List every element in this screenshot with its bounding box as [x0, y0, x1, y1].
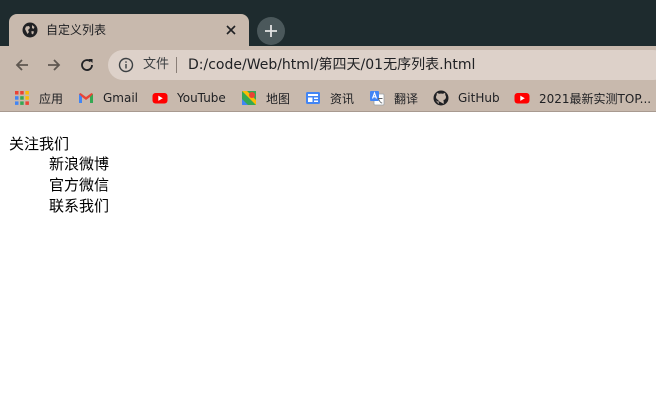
address-bar[interactable]: 文件 D:/code/Web/html/第四天/01无序列表.html — [108, 50, 656, 80]
bookmark-label: 应用 — [39, 91, 64, 106]
bookmark-label: 资讯 — [330, 91, 355, 106]
bookmark-label: YouTube — [177, 91, 226, 105]
bookmark-label: Gmail — [103, 91, 139, 105]
youtube-icon — [514, 93, 530, 104]
list-item: 联系我们 — [49, 197, 110, 215]
bookmark-label: 地图 — [266, 91, 291, 106]
info-icon[interactable] — [118, 57, 134, 73]
bookmarks-bar: 应用 Gmail YouTube 地图 资讯 翻译 GitHub 2021最新实… — [0, 84, 656, 112]
bookmark-github[interactable]: GitHub — [433, 89, 500, 107]
browser-tab[interactable]: 自定义列表 — [9, 14, 249, 46]
reload-icon — [81, 59, 93, 71]
arrow-left-icon — [15, 59, 28, 71]
apps-grid-icon — [15, 91, 29, 105]
back-button[interactable] — [12, 55, 32, 75]
bookmark-label: 翻译 — [394, 91, 419, 106]
bookmark-gmail[interactable]: Gmail — [78, 89, 138, 107]
close-icon — [226, 25, 236, 35]
maps-icon — [242, 91, 256, 105]
list-item: 新浪微博 — [49, 155, 110, 173]
forward-button[interactable] — [44, 55, 64, 75]
github-icon — [433, 90, 449, 106]
news-icon — [306, 92, 320, 104]
close-tab-button[interactable] — [221, 20, 241, 40]
url-text[interactable]: D:/code/Web/html/第四天/01无序列表.html — [188, 56, 475, 74]
tab-strip: 自定义列表 — [0, 0, 656, 46]
gmail-icon — [79, 93, 93, 103]
youtube-icon — [152, 93, 168, 104]
bookmark-news[interactable]: 资讯 — [305, 89, 354, 107]
bookmark-label: 2021最新实测TOP... — [539, 91, 652, 106]
bookmark-maps[interactable]: 地图 — [241, 89, 290, 107]
bookmark-youtube[interactable]: YouTube — [152, 89, 226, 107]
scheme-label: 文件 — [143, 57, 170, 72]
list-heading: 关注我们 — [9, 135, 70, 153]
bookmark-apps[interactable]: 应用 — [14, 89, 63, 107]
toolbar: 文件 D:/code/Web/html/第四天/01无序列表.html — [0, 46, 656, 84]
bookmark-translate[interactable]: 翻译 — [369, 89, 418, 107]
definition-list: 新浪微博 官方微信 联系我们 — [49, 154, 109, 217]
page-content: 关注我们 新浪微博 官方微信 联系我们 — [0, 113, 656, 412]
translate-icon — [370, 91, 385, 106]
plus-icon — [265, 25, 277, 37]
arrow-right-icon — [48, 59, 61, 71]
bookmark-youtube-video[interactable]: 2021最新实测TOP... — [514, 89, 651, 107]
new-tab-button[interactable] — [257, 17, 285, 45]
tab-title: 自定义列表 — [46, 23, 107, 37]
bookmark-label: GitHub — [458, 91, 500, 105]
globe-icon — [22, 22, 38, 38]
reload-button[interactable] — [77, 55, 97, 75]
omnibox-divider — [176, 57, 177, 73]
list-item: 官方微信 — [49, 176, 110, 194]
